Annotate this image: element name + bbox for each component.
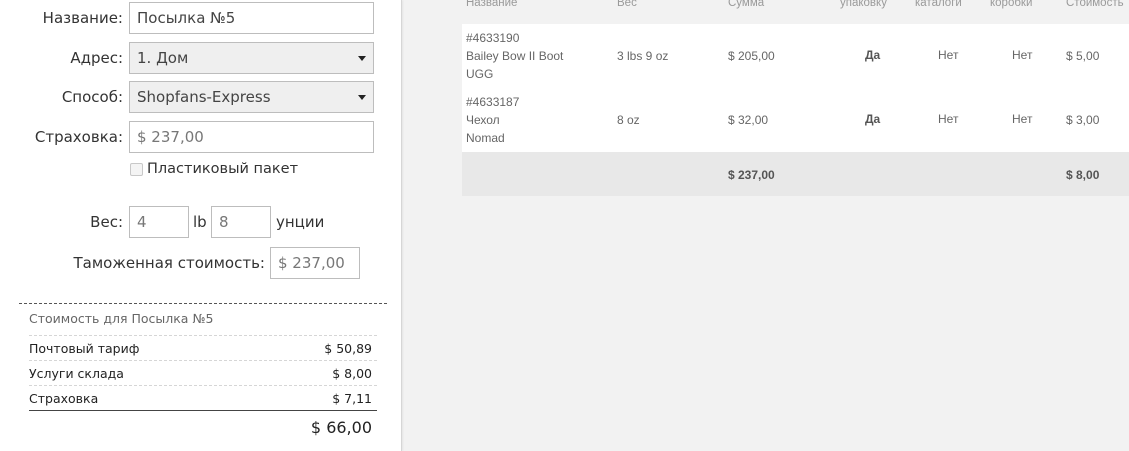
column-header: Сумма (728, 0, 765, 9)
customs-value-input[interactable]: $ 237,00 (270, 247, 360, 279)
cost-row-name: Почтовый тариф (29, 341, 140, 356)
weight-lb-unit: lb (193, 213, 207, 231)
cost-row-name: Услуги склада (29, 366, 124, 381)
footer-sum-total: $ 237,00 (728, 168, 775, 182)
weight-lb-input[interactable]: 4 (129, 206, 189, 238)
table-row[interactable]: #4633187 Чехол Nomad 8 oz $ 32,00 Да Нет… (462, 88, 1129, 152)
column-header: коробки (990, 0, 1033, 9)
column-header: каталоги (915, 0, 962, 9)
section-divider (19, 303, 387, 304)
cost-title: Стоимость для Посылка №5 (29, 311, 214, 326)
shipping-method-value: Shopfans-Express (137, 88, 271, 106)
address-select-value: 1. Дом (137, 49, 189, 67)
item-id: #4633187 (466, 95, 520, 109)
address-select[interactable]: 1. Дом (129, 42, 374, 74)
cost-row: Почтовый тариф $ 50,89 (29, 335, 377, 360)
item-boxes: Нет (1012, 112, 1033, 126)
item-catalogs: Нет (938, 48, 959, 62)
customs-value-label: Таможенная стоимость: (73, 254, 265, 272)
parcel-name-input[interactable]: Посылка №5 (129, 2, 374, 34)
table-row[interactable]: #4633190 Bailey Bow II Boot UGG 3 lbs 9 … (462, 24, 1129, 88)
cost-row: Страховка $ 7,11 (29, 385, 377, 410)
column-header: упаковку (840, 0, 887, 9)
cost-row-value: $ 50,89 (324, 341, 372, 356)
cost-row-value: $ 8,00 (332, 366, 372, 381)
address-label: Адрес: (70, 49, 123, 67)
item-packaging: Да (865, 112, 881, 126)
column-header: Вес (617, 0, 637, 9)
chevron-down-icon (358, 56, 366, 61)
item-id: #4633190 (466, 31, 520, 45)
cost-row-value: $ 7,11 (332, 391, 372, 406)
weight-label: Вес: (90, 213, 123, 231)
item-brand: Nomad (466, 131, 505, 145)
chevron-down-icon (358, 95, 366, 100)
parcel-form-panel: Название: Посылка №5 Адрес: 1. Дом Спосо… (0, 0, 402, 451)
shipping-method-select[interactable]: Shopfans-Express (129, 81, 374, 113)
footer-cost-total: $ 8,00 (1066, 168, 1100, 182)
weight-oz-input[interactable]: 8 (211, 206, 271, 238)
weight-oz-unit: унции (276, 213, 325, 231)
item-cost: $ 3,00 (1066, 113, 1100, 127)
item-weight: 8 oz (617, 113, 640, 127)
column-header: Стоимость (1066, 0, 1124, 9)
item-boxes: Нет (1012, 48, 1033, 62)
plastic-bag-label: Пластиковый пакет (147, 161, 299, 177)
item-sum: $ 205,00 (728, 49, 775, 63)
item-title: Bailey Bow II Boot (466, 49, 564, 63)
cost-row: Услуги склада $ 8,00 (29, 360, 377, 385)
total-divider (29, 410, 377, 411)
item-brand: UGG (466, 67, 494, 81)
cost-row-name: Страховка (29, 391, 99, 406)
item-cost: $ 5,00 (1066, 49, 1100, 63)
total-cost: $ 66,00 (310, 418, 372, 437)
name-label: Название: (42, 9, 123, 27)
item-weight: 3 lbs 9 oz (617, 49, 669, 63)
column-header: Название (466, 0, 518, 9)
insurance-input[interactable]: $ 237,00 (129, 121, 374, 153)
insurance-label: Страховка: (34, 128, 123, 146)
item-sum: $ 32,00 (728, 113, 769, 127)
table-header: Название Вес Сумма упаковку каталоги кор… (462, 0, 1129, 22)
item-title: Чехол (466, 113, 500, 127)
method-label: Способ: (61, 88, 123, 106)
table-footer: $ 237,00 $ 8,00 (462, 152, 1129, 196)
plastic-bag-checkbox[interactable] (130, 163, 143, 176)
item-catalogs: Нет (938, 112, 959, 126)
item-packaging: Да (865, 48, 881, 62)
